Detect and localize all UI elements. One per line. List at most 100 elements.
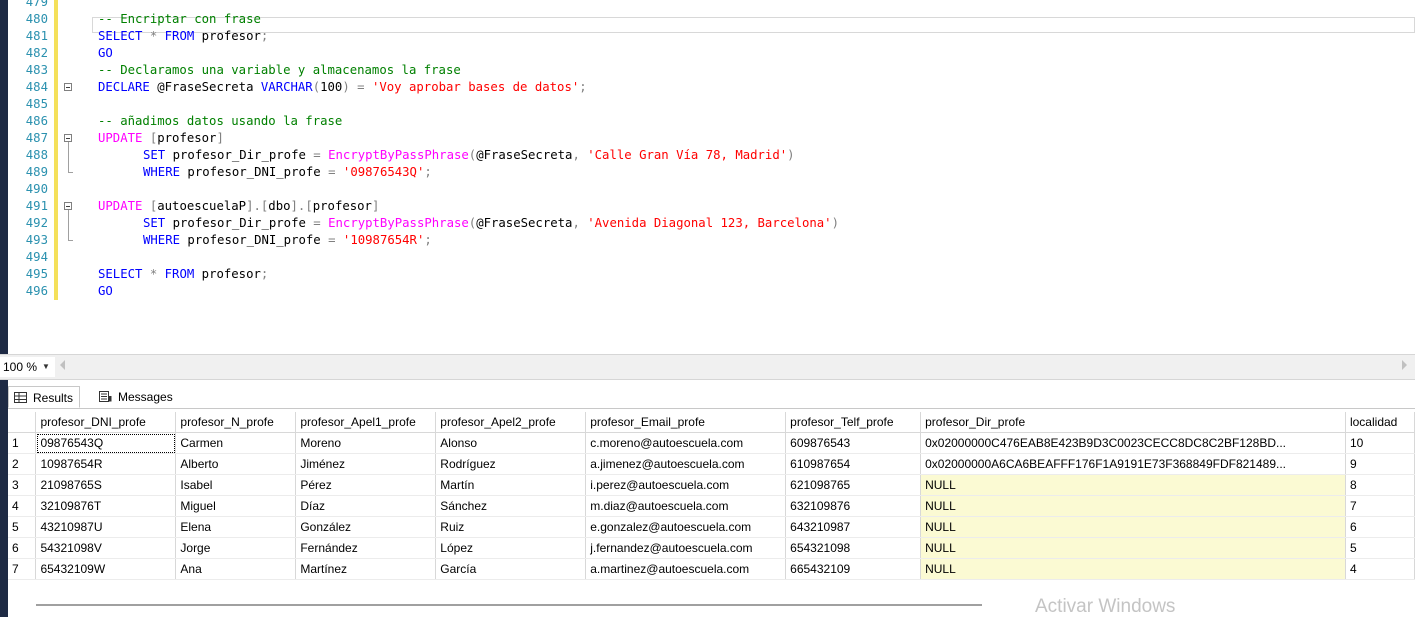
column-header[interactable]: localidad	[1345, 412, 1415, 433]
grid-cell[interactable]: 4	[1345, 558, 1415, 580]
grid-cell[interactable]: 665432109	[785, 558, 922, 580]
grid-cell[interactable]: 32109876T	[35, 495, 177, 517]
code-line[interactable]: 480 -- Encriptar con frase	[8, 11, 1415, 28]
row-number[interactable]: 6	[8, 537, 37, 559]
code-line[interactable]: 496 GO	[8, 283, 1415, 300]
code-line[interactable]: 479	[8, 0, 1415, 11]
code-line[interactable]: 491 UPDATE [autoescuelaP].[dbo].[profesor…	[8, 198, 1415, 215]
grid-cell[interactable]: 0x02000000C476EAB8E423B9D3C0023CECC8DC8C…	[920, 432, 1346, 454]
tab-messages[interactable]: Messages	[94, 386, 179, 408]
grid-cell[interactable]: i.perez@autoescuela.com	[585, 474, 787, 496]
code-line[interactable]: 482 GO	[8, 45, 1415, 62]
grid-cell[interactable]: Pérez	[295, 474, 437, 496]
grid-cell[interactable]: Isabel	[175, 474, 297, 496]
column-header[interactable]: profesor_Email_profe	[585, 412, 787, 433]
grid-cell[interactable]: 09876543Q	[35, 432, 177, 454]
row-number[interactable]: 7	[8, 558, 37, 580]
code-line[interactable]: 484 DECLARE @FraseSecreta VARCHAR(100) = …	[8, 79, 1415, 96]
grid-cell[interactable]: Alberto	[175, 453, 297, 475]
row-number[interactable]: 5	[8, 516, 37, 538]
table-row[interactable]: 3 21098765S Isabel Pérez Martín i.perez@autoe…	[8, 474, 1415, 496]
grid-cell[interactable]: 632109876	[785, 495, 922, 517]
grid-cell[interactable]: 8	[1345, 474, 1415, 496]
grid-cell[interactable]: 610987654	[785, 453, 922, 475]
grid-cell[interactable]: Miguel	[175, 495, 297, 517]
grid-cell[interactable]: 654321098	[785, 537, 922, 559]
column-header[interactable]: profesor_Apel1_profe	[295, 412, 437, 433]
grid-cell[interactable]: García	[435, 558, 587, 580]
grid-cell[interactable]: 0x02000000A6CA6BEAFFF176F1A9191E73F36884…	[920, 453, 1346, 475]
grid-cell[interactable]: 6	[1345, 516, 1415, 538]
grid-cell[interactable]: NULL	[920, 516, 1346, 538]
grid-cell[interactable]: Alonso	[435, 432, 587, 454]
grid-cell[interactable]: e.gonzalez@autoescuela.com	[585, 516, 787, 538]
grid-cell[interactable]: NULL	[920, 558, 1346, 580]
code-line[interactable]: 489 WHERE profesor_DNI_profe = '09876543Q…	[8, 164, 1415, 181]
code-line[interactable]: 488 SET profesor_Dir_profe = EncryptByPas…	[8, 147, 1415, 164]
grid-cell[interactable]: Jorge	[175, 537, 297, 559]
grid-cell[interactable]: Elena	[175, 516, 297, 538]
column-header[interactable]: profesor_Telf_profe	[785, 412, 922, 433]
horizontal-scrollbar[interactable]	[36, 604, 982, 606]
grid-cell[interactable]: González	[295, 516, 437, 538]
table-row[interactable]: 4 32109876T Miguel Díaz Sánchez m.diaz@autoes…	[8, 495, 1415, 517]
grid-cell[interactable]: 9	[1345, 453, 1415, 475]
grid-cell[interactable]: López	[435, 537, 587, 559]
code-line[interactable]: 490	[8, 181, 1415, 198]
tab-results[interactable]: Results	[8, 386, 81, 408]
grid-cell[interactable]: 43210987U	[35, 516, 177, 538]
grid-cell[interactable]: Moreno	[295, 432, 437, 454]
table-row[interactable]: 5 43210987U Elena González Ruiz e.gonzalez@au…	[8, 516, 1415, 538]
grid-cell[interactable]: Sánchez	[435, 495, 587, 517]
code-line[interactable]: 495 SELECT * FROM profesor;	[8, 266, 1415, 283]
grid-cell[interactable]: 621098765	[785, 474, 922, 496]
grid-cell[interactable]: Martín	[435, 474, 587, 496]
grid-cell[interactable]: 5	[1345, 537, 1415, 559]
collapse-icon[interactable]	[62, 79, 76, 96]
grid-cell[interactable]: a.martinez@autoescuela.com	[585, 558, 787, 580]
grid-cell[interactable]: Díaz	[295, 495, 437, 517]
code-line[interactable]: 481 SELECT * FROM profesor;	[8, 28, 1415, 45]
grid-cell[interactable]: NULL	[920, 474, 1346, 496]
column-header[interactable]: profesor_Dir_profe	[920, 412, 1346, 433]
row-number[interactable]: 3	[8, 474, 37, 496]
grid-cell[interactable]: Fernández	[295, 537, 437, 559]
grid-cell[interactable]: j.fernandez@autoescuela.com	[585, 537, 787, 559]
scroll-left-icon[interactable]	[60, 360, 65, 370]
code-line[interactable]: 494	[8, 249, 1415, 266]
results-grid[interactable]: profesor_DNI_profe profesor_N_profe profes…	[8, 412, 1415, 617]
grid-cell[interactable]: 609876543	[785, 432, 922, 454]
table-row[interactable]: 1 09876543Q Carmen Moreno Alonso c.moreno@aut…	[8, 432, 1415, 454]
column-header[interactable]: profesor_Apel2_profe	[435, 412, 587, 433]
grid-cell[interactable]: 21098765S	[35, 474, 177, 496]
grid-cell[interactable]: 643210987	[785, 516, 922, 538]
grid-cell[interactable]: NULL	[920, 495, 1346, 517]
zoom-dropdown[interactable]: 100 % ▼	[0, 357, 55, 377]
code-line[interactable]: 493 WHERE profesor_DNI_profe = '10987654R…	[8, 232, 1415, 249]
code-line[interactable]: 492 SET profesor_Dir_profe = EncryptByPas…	[8, 215, 1415, 232]
grid-cell[interactable]: 10	[1345, 432, 1415, 454]
code-line[interactable]: 487 UPDATE [profesor]	[8, 130, 1415, 147]
grid-cell[interactable]: Martínez	[295, 558, 437, 580]
table-row[interactable]: 2 10987654R Alberto Jiménez Rodríguez a.jimen…	[8, 453, 1415, 475]
row-number[interactable]: 4	[8, 495, 37, 517]
row-number[interactable]: 2	[8, 453, 37, 475]
grid-cell[interactable]: Ana	[175, 558, 297, 580]
grid-cell[interactable]: NULL	[920, 537, 1346, 559]
grid-cell[interactable]: 65432109W	[35, 558, 177, 580]
code-line[interactable]: 483 -- Declaramos una variable y almacena…	[8, 62, 1415, 79]
query-editor[interactable]: 479 480 -- Encriptar con frase 481 SELECT * …	[8, 0, 1415, 354]
grid-cell[interactable]: Ruiz	[435, 516, 587, 538]
grid-cell[interactable]: 54321098V	[35, 537, 177, 559]
scroll-right-icon[interactable]	[1402, 360, 1407, 370]
grid-cell[interactable]: Jiménez	[295, 453, 437, 475]
grid-cell[interactable]: 10987654R	[35, 453, 177, 475]
grid-cell[interactable]: Carmen	[175, 432, 297, 454]
code-line[interactable]: 485	[8, 96, 1415, 113]
row-number[interactable]: 1	[8, 432, 37, 454]
collapse-icon[interactable]	[62, 198, 76, 215]
column-header[interactable]: profesor_N_profe	[175, 412, 297, 433]
grid-cell[interactable]: 7	[1345, 495, 1415, 517]
grid-cell[interactable]: m.diaz@autoescuela.com	[585, 495, 787, 517]
table-row[interactable]: 6 54321098V Jorge Fernández López j.fernandez…	[8, 537, 1415, 559]
